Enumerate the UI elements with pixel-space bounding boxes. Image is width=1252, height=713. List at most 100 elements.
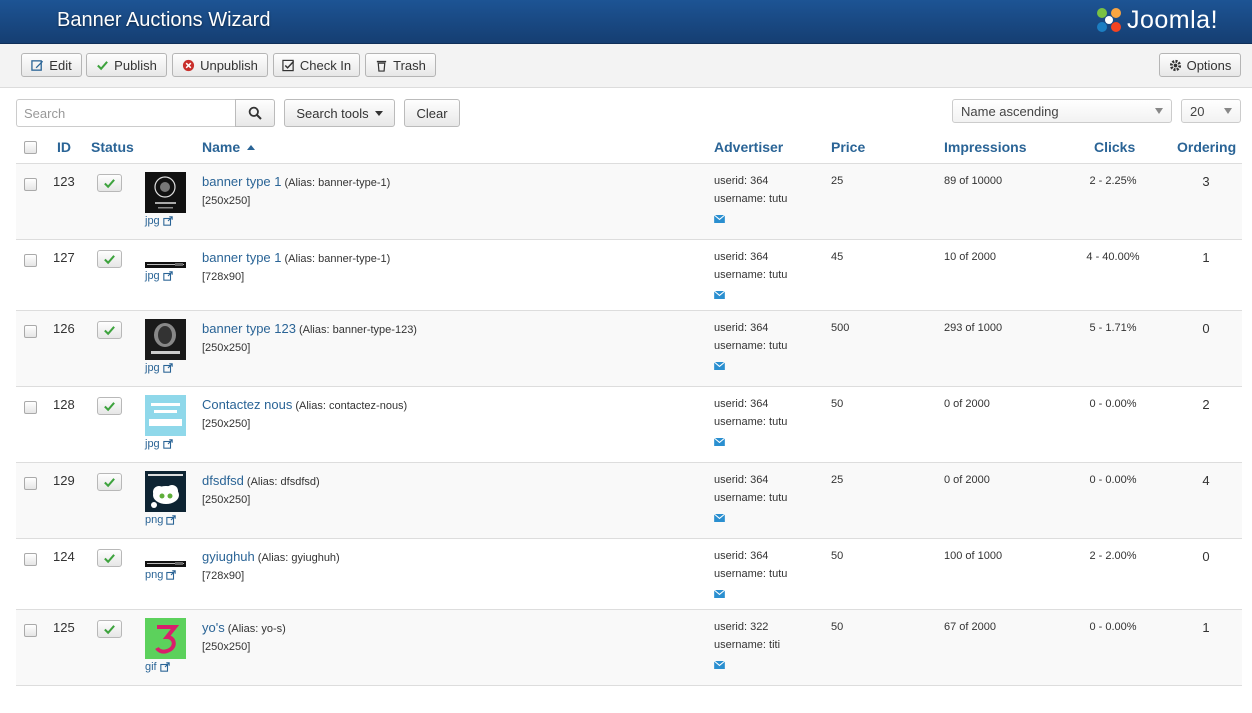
row-checkbox[interactable] <box>24 178 37 191</box>
mail-icon[interactable] <box>713 211 726 226</box>
column-clicks[interactable]: Clicks <box>1094 139 1135 155</box>
row-id: 125 <box>53 620 75 635</box>
column-status[interactable]: Status <box>91 139 134 155</box>
publish-button[interactable]: Publish <box>86 53 167 77</box>
banner-thumbnail[interactable] <box>145 172 186 216</box>
sort-select[interactable]: Name ascending <box>952 99 1172 123</box>
banner-size: [250x250] <box>202 494 251 506</box>
banner-thumbnail[interactable] <box>145 471 186 515</box>
banner-thumbnail[interactable] <box>145 319 186 363</box>
checkin-button[interactable]: Check In <box>273 53 360 77</box>
banner-type-link[interactable]: jpg <box>145 438 173 450</box>
unpublish-label: Unpublish <box>200 57 258 73</box>
status-toggle-button[interactable] <box>97 620 122 638</box>
options-button[interactable]: Options <box>1159 53 1241 77</box>
trash-button[interactable]: Trash <box>365 53 436 77</box>
search-input[interactable] <box>16 99 236 127</box>
clear-button[interactable]: Clear <box>404 99 460 127</box>
banner-name-link[interactable]: dfsdfsd <box>202 473 244 488</box>
search-tools-button[interactable]: Search tools <box>284 99 395 127</box>
external-link-icon <box>159 662 170 672</box>
trash-label: Trash <box>393 57 426 73</box>
banner-thumbnail[interactable] <box>145 256 186 271</box>
limit-select-value: 20 <box>1190 103 1205 119</box>
status-toggle-button[interactable] <box>97 549 122 567</box>
mail-icon[interactable] <box>713 657 726 672</box>
row-id: 127 <box>53 250 75 265</box>
price: 50 <box>831 550 844 562</box>
impressions: 0 of 2000 <box>944 398 990 410</box>
banner-name-cell: banner type 123 (Alias: banner-type-123) <box>202 321 417 336</box>
banner-thumbnail[interactable] <box>145 395 186 439</box>
caret-down-icon <box>374 110 383 116</box>
column-id[interactable]: ID <box>57 139 71 155</box>
price: 25 <box>831 474 844 486</box>
banner-name-link[interactable]: banner type 1 <box>202 250 282 265</box>
column-name[interactable]: Name <box>202 139 255 155</box>
ordering: 1 <box>1202 620 1210 635</box>
advertiser-userid: userid: 364 <box>714 175 769 187</box>
published-check-icon <box>104 178 115 188</box>
table-row: 128 jpg Contactez nous (Alias: contactez-… <box>16 387 1242 463</box>
status-toggle-button[interactable] <box>97 250 122 268</box>
status-toggle-button[interactable] <box>97 473 122 491</box>
clear-label: Clear <box>416 105 448 121</box>
status-toggle-button[interactable] <box>97 397 122 415</box>
banner-name-link[interactable]: banner type 1 <box>202 174 282 189</box>
clicks: 4 - 40.00% <box>1086 251 1140 263</box>
column-price[interactable]: Price <box>831 139 865 155</box>
row-checkbox[interactable] <box>24 254 37 267</box>
banner-thumbnail[interactable] <box>145 555 186 570</box>
mail-icon[interactable] <box>713 434 726 449</box>
clicks: 5 - 1.71% <box>1089 322 1137 334</box>
price: 500 <box>831 322 850 334</box>
banner-name-link[interactable]: yo's <box>202 620 225 635</box>
select-all-checkbox[interactable] <box>24 141 37 154</box>
row-checkbox[interactable] <box>24 624 37 637</box>
banner-type-link[interactable]: jpg <box>145 362 173 374</box>
price: 25 <box>831 175 844 187</box>
mail-icon[interactable] <box>713 287 726 302</box>
search-button[interactable] <box>235 99 275 127</box>
table-row: 129 png dfsdfsd (Alias: dfsdfsd) [250x250… <box>16 463 1242 539</box>
advertiser-userid: userid: 364 <box>714 251 769 263</box>
advertiser-username: username: tutu <box>714 269 788 281</box>
column-advertiser[interactable]: Advertiser <box>714 139 783 155</box>
banner-type-label: jpg <box>145 362 160 374</box>
column-ordering[interactable]: Ordering <box>1177 139 1236 155</box>
row-checkbox[interactable] <box>24 325 37 338</box>
mail-icon[interactable] <box>713 510 726 525</box>
row-checkbox[interactable] <box>24 553 37 566</box>
banner-type-link[interactable]: jpg <box>145 270 173 282</box>
row-checkbox[interactable] <box>24 477 37 490</box>
status-toggle-button[interactable] <box>97 321 122 339</box>
unpublish-icon <box>183 59 195 71</box>
banner-type-link[interactable]: png <box>145 514 177 526</box>
banner-alias: (Alias: banner-type-1) <box>284 177 391 189</box>
mail-icon[interactable] <box>713 586 726 601</box>
status-toggle-button[interactable] <box>97 174 122 192</box>
external-link-icon <box>162 216 173 226</box>
search-tools-label: Search tools <box>296 105 369 121</box>
advertiser-userid: userid: 364 <box>714 322 769 334</box>
unpublish-button[interactable]: Unpublish <box>172 53 268 77</box>
row-checkbox[interactable] <box>24 401 37 414</box>
published-check-icon <box>104 254 115 264</box>
banner-thumbnail[interactable] <box>145 618 186 662</box>
impressions: 10 of 2000 <box>944 251 996 263</box>
banner-type-link[interactable]: gif <box>145 661 170 673</box>
limit-select[interactable]: 20 <box>1181 99 1241 123</box>
banner-type-link[interactable]: png <box>145 569 177 581</box>
mail-icon[interactable] <box>713 358 726 373</box>
edit-button[interactable]: Edit <box>21 53 82 77</box>
banner-name-link[interactable]: gyiughuh <box>202 549 255 564</box>
row-id: 129 <box>53 473 75 488</box>
ordering: 4 <box>1202 473 1210 488</box>
advertiser-username: username: tutu <box>714 568 788 580</box>
clicks: 0 - 0.00% <box>1089 474 1137 486</box>
banner-type-link[interactable]: jpg <box>145 215 173 227</box>
column-impressions[interactable]: Impressions <box>944 139 1026 155</box>
logo-text: Joomla! <box>1127 5 1219 34</box>
banner-name-link[interactable]: Contactez nous <box>202 397 292 412</box>
banner-name-link[interactable]: banner type 123 <box>202 321 296 336</box>
